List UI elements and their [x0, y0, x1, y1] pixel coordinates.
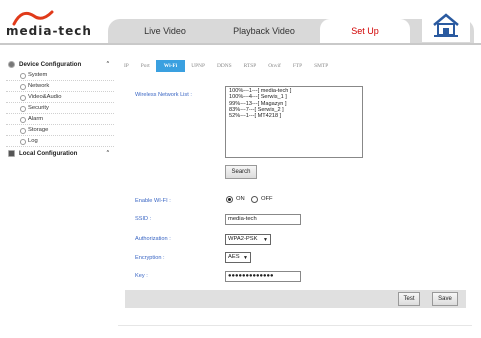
- sidebar-item-storage[interactable]: Storage: [6, 125, 114, 136]
- tab-live-video[interactable]: Live Video: [118, 19, 212, 43]
- wifi-on-label: ON: [236, 196, 245, 202]
- tab-playback-video[interactable]: Playback Video: [210, 19, 318, 43]
- local-config-icon: [8, 149, 15, 157]
- subtab-ip[interactable]: IP: [118, 60, 135, 72]
- encryption-label: Encryption :: [135, 255, 165, 261]
- sidebar-item-network[interactable]: Network: [6, 81, 114, 92]
- encryption-select[interactable]: AES ▼: [225, 252, 251, 263]
- key-field[interactable]: ●●●●●●●●●●●●●: [225, 271, 301, 282]
- ssid-field[interactable]: media-tech: [225, 214, 301, 225]
- content-divider: [118, 325, 472, 326]
- home-button[interactable]: [422, 10, 470, 42]
- authorization-label: Authorization :: [135, 236, 171, 242]
- header-divider: [0, 43, 481, 45]
- authorization-select[interactable]: WPA2-PSK ▼: [225, 234, 271, 245]
- sidebar-device-configuration[interactable]: Device Configuration ⌃: [6, 58, 114, 70]
- subtab-wifi[interactable]: Wi-Fi: [155, 60, 186, 72]
- subtab-smtp[interactable]: SMTP: [308, 60, 334, 72]
- subtab-port[interactable]: Port: [135, 60, 156, 72]
- enable-wifi-label: Enable WI-FI :: [135, 198, 171, 204]
- wireless-network-list[interactable]: 100%---1---[ media-tech ] 100%---4---[ S…: [225, 86, 363, 158]
- subtab-onvif[interactable]: Onvif: [262, 60, 287, 72]
- sidebar-local-configuration[interactable]: Local Configuration ⌃: [6, 147, 114, 159]
- media-tech-logo: media-tech: [6, 6, 98, 42]
- authorization-value: WPA2-PSK: [228, 236, 258, 242]
- subtab-rtsp[interactable]: RTSP: [238, 60, 263, 72]
- wifi-on-radio[interactable]: [226, 196, 233, 203]
- logo-text: media-tech: [6, 24, 92, 38]
- subtab-ddns[interactable]: DDNS: [211, 60, 238, 72]
- wifi-off-label: OFF: [261, 196, 273, 202]
- sidebar-item-alarm[interactable]: Alarm: [6, 114, 114, 125]
- top-header: media-tech Live Video Playback Video Set…: [0, 0, 481, 48]
- device-config-icon: [8, 60, 15, 68]
- wifi-off-radio[interactable]: [251, 196, 258, 203]
- sidebar-item-video-audio[interactable]: Video&Audio: [6, 92, 114, 103]
- tab-set-up[interactable]: Set Up: [320, 19, 410, 43]
- network-subtabs: IP Port Wi-Fi UPNP DDNS RTSP Onvif FTP S…: [118, 60, 334, 72]
- search-button[interactable]: Search: [225, 165, 257, 179]
- chevron-up-icon: ⌃: [105, 61, 110, 67]
- ssid-label: SSID :: [135, 216, 152, 222]
- subtab-ftp[interactable]: FTP: [287, 60, 308, 72]
- list-item[interactable]: 52%---1---[ MT4218 ]: [229, 113, 359, 119]
- wireless-list-label: Wireless Network List :: [135, 92, 192, 98]
- sidebar: Device Configuration ⌃ System Network Vi…: [6, 58, 114, 159]
- key-label: Key :: [135, 273, 148, 279]
- logo-swoosh-icon: [12, 10, 54, 26]
- sidebar-item-security[interactable]: Security: [6, 103, 114, 114]
- subtab-upnp[interactable]: UPNP: [185, 60, 211, 72]
- sidebar-item-system[interactable]: System: [6, 70, 114, 81]
- sidebar-local-configuration-label: Local Configuration: [19, 149, 78, 157]
- sidebar-item-log[interactable]: Log: [6, 136, 114, 147]
- chevron-down-icon: ▼: [263, 237, 268, 243]
- encryption-value: AES: [228, 254, 240, 260]
- chevron-up-icon: ⌃: [105, 150, 110, 156]
- home-icon: [433, 13, 459, 37]
- test-button[interactable]: Test: [398, 292, 420, 306]
- sidebar-device-configuration-label: Device Configuration: [19, 60, 82, 68]
- save-button[interactable]: Save: [432, 292, 458, 306]
- chevron-down-icon: ▼: [243, 255, 248, 261]
